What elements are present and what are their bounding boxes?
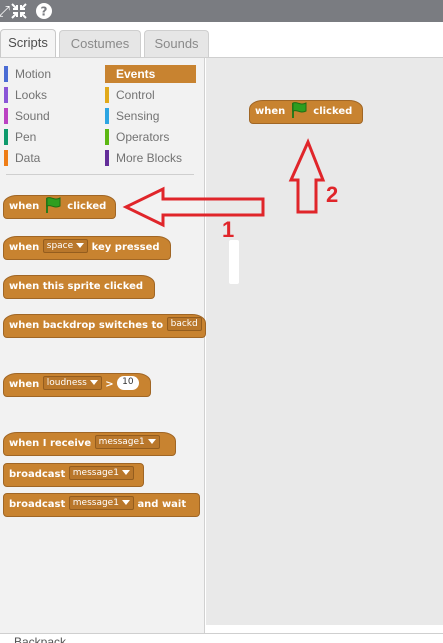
operators-color-swatch [105, 129, 109, 145]
block-text: when backdrop switches to [9, 320, 164, 331]
shrink-icon[interactable] [9, 1, 29, 21]
category-label: Sound [15, 109, 50, 123]
block-text: key pressed [91, 242, 160, 253]
backpack-bar[interactable]: Backpack [0, 633, 443, 643]
motion-color-swatch [4, 66, 8, 82]
block-text: > [105, 379, 114, 390]
block-text: when [9, 379, 40, 390]
backdrop-dropdown[interactable]: backd [166, 317, 202, 331]
block-text: when I receive [9, 438, 92, 449]
tab-scripts[interactable]: Scripts [0, 29, 56, 59]
category-more-blocks[interactable]: More Blocks [105, 149, 196, 167]
tab-sounds[interactable]: Sounds [144, 30, 209, 58]
broadcast-block[interactable]: broadcast message1 [3, 463, 144, 487]
script-when-flag-clicked-block[interactable]: when clicked [249, 100, 363, 124]
dropdown-arrow-icon [121, 500, 130, 505]
dropdown-arrow-icon [89, 380, 98, 385]
dropdown-value: message1 [72, 498, 119, 508]
broadcast-and-wait-block[interactable]: broadcast message1 and wait [3, 493, 200, 517]
block-text: when this sprite clicked [9, 281, 144, 292]
green-flag-icon [292, 101, 307, 118]
dropdown-value: backd [170, 319, 198, 329]
when-backdrop-switches-block[interactable]: when backdrop switches to backd [3, 314, 206, 338]
category-sensing[interactable]: Sensing [105, 107, 196, 125]
category-events[interactable]: Events [105, 65, 196, 83]
palette-divider [6, 174, 194, 175]
category-looks[interactable]: Looks [4, 86, 94, 104]
category-label: Looks [15, 88, 48, 102]
script-area[interactable]: when clicked [206, 58, 443, 625]
control-color-swatch [105, 87, 109, 103]
block-text: clicked [313, 106, 353, 117]
block-text: clicked [67, 201, 107, 212]
category-label: Data [15, 151, 41, 165]
category-operators[interactable]: Operators [105, 128, 196, 146]
message-dropdown[interactable]: message1 [68, 496, 134, 510]
green-flag-icon [46, 196, 61, 213]
sensor-dropdown[interactable]: loudness [42, 376, 102, 390]
category-sound[interactable]: Sound [4, 107, 94, 125]
category-label: Control [116, 88, 155, 102]
tab-costumes[interactable]: Costumes [59, 30, 141, 58]
annotation-label-2: 2 [326, 182, 339, 207]
looks-color-swatch [4, 87, 8, 103]
message-dropdown[interactable]: message1 [68, 466, 134, 480]
svg-text:?: ? [41, 5, 48, 19]
cursor-mark [229, 240, 239, 284]
sensing-color-swatch [105, 108, 109, 124]
block-text: and wait [137, 499, 187, 510]
category-label: More Blocks [116, 151, 183, 165]
dropdown-value: message1 [98, 437, 145, 447]
dropdown-arrow-icon [121, 470, 130, 475]
loudness-value-input[interactable]: 10 [117, 376, 139, 390]
block-palette: Motion Looks Sound Pen Data Events Contr… [0, 58, 206, 633]
message-dropdown[interactable]: message1 [94, 435, 160, 449]
category-control[interactable]: Control [105, 86, 196, 104]
category-label: Pen [15, 130, 37, 144]
when-i-receive-block[interactable]: when I receive message1 [3, 432, 176, 456]
dropdown-value: space [46, 241, 74, 251]
block-text: when [9, 201, 40, 212]
backpack-label: Backpack [14, 635, 67, 643]
dropdown-value: message1 [72, 468, 119, 478]
block-text: broadcast [9, 499, 66, 510]
category-label: Operators [116, 130, 170, 144]
dropdown-arrow-icon [147, 439, 156, 444]
top-toolbar: ⤢ ? [0, 0, 443, 22]
data-color-swatch [4, 150, 8, 166]
tab-bar: Scripts Costumes Sounds [0, 22, 443, 59]
sound-color-swatch [4, 108, 8, 124]
block-text: broadcast [9, 469, 66, 480]
when-flag-clicked-block[interactable]: when clicked [3, 195, 116, 219]
when-loudness-block[interactable]: when loudness > 10 [3, 373, 151, 397]
more-blocks-color-swatch [105, 150, 109, 166]
block-text: when [9, 242, 40, 253]
category-label: Motion [15, 67, 52, 81]
category-motion[interactable]: Motion [4, 65, 94, 83]
pen-color-swatch [4, 129, 8, 145]
help-icon[interactable]: ? [34, 1, 54, 21]
dropdown-arrow-icon [76, 243, 85, 248]
category-pen[interactable]: Pen [4, 128, 94, 146]
category-label: Sensing [116, 109, 160, 123]
key-dropdown[interactable]: space [42, 239, 89, 253]
when-sprite-clicked-block[interactable]: when this sprite clicked [3, 275, 155, 299]
category-label: Events [116, 67, 156, 81]
when-key-pressed-block[interactable]: when space key pressed [3, 236, 171, 260]
dropdown-value: loudness [46, 378, 87, 388]
block-text: when [255, 106, 286, 117]
category-data[interactable]: Data [4, 149, 94, 167]
